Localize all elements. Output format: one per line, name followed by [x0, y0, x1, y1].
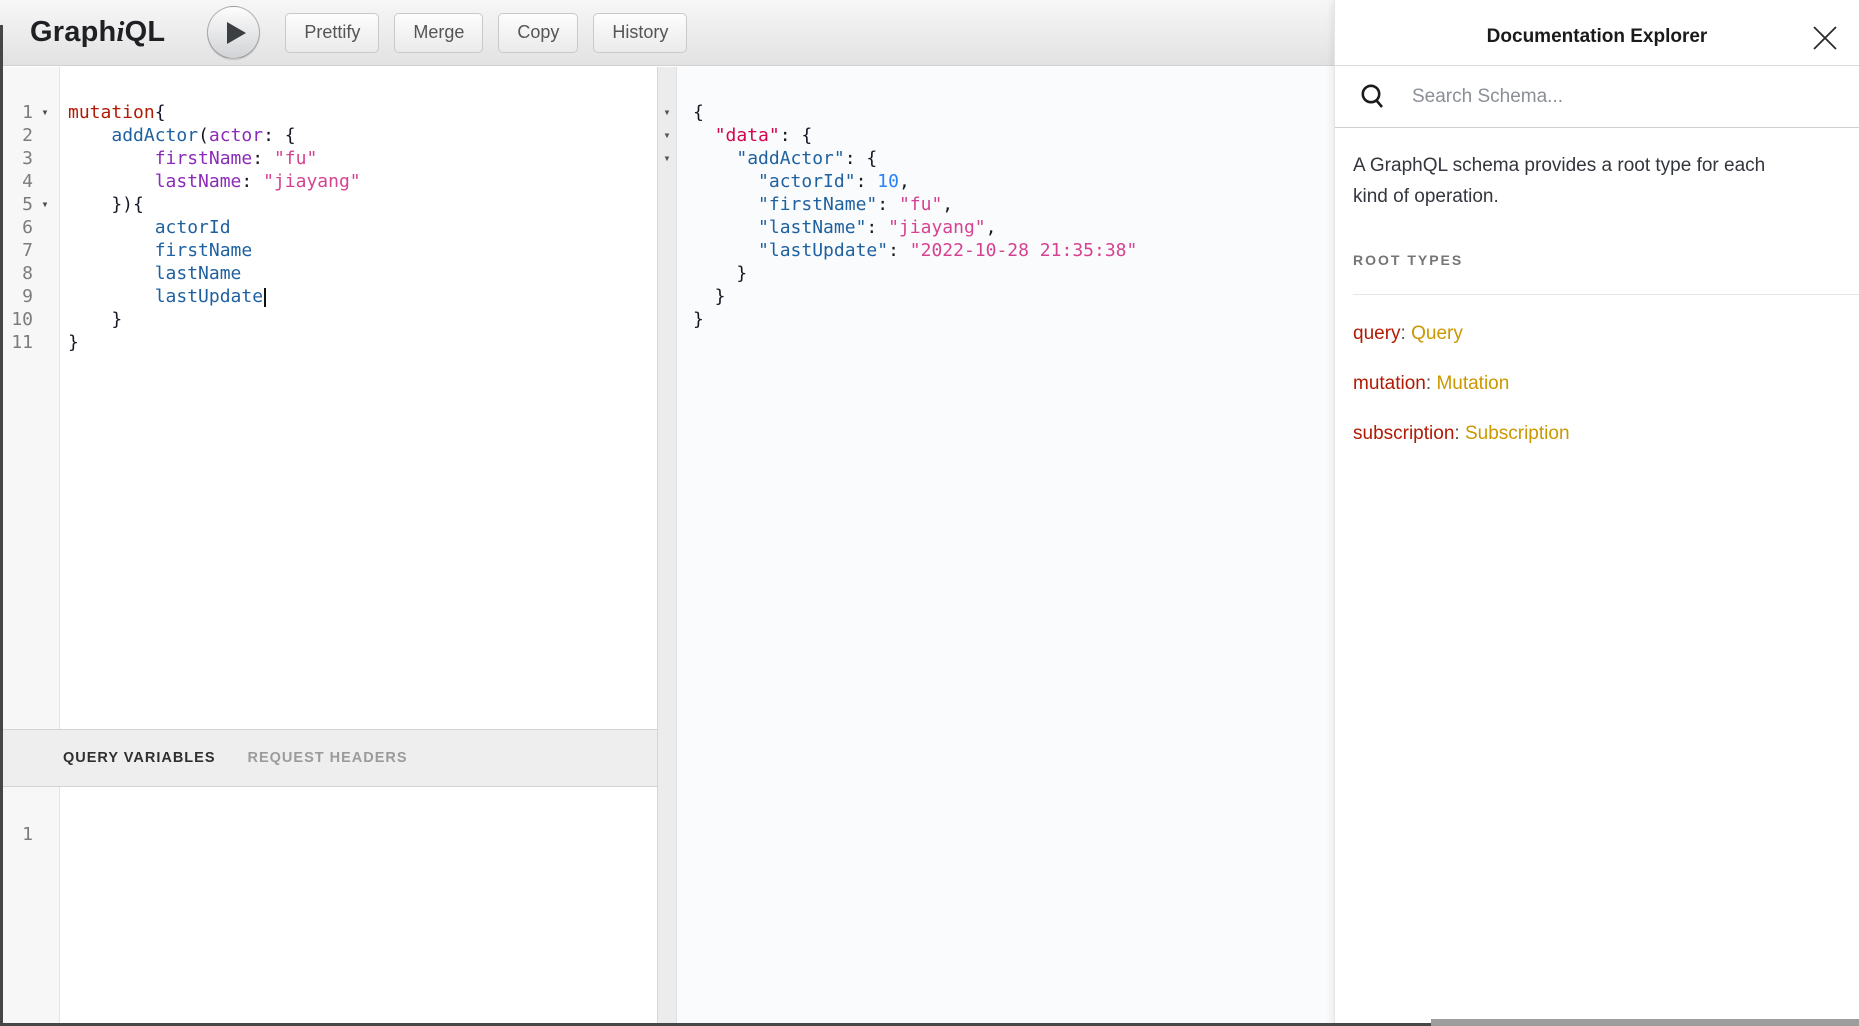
doc-close-button[interactable]	[1811, 24, 1839, 52]
result-fold-gutter: ▾▾▾	[657, 67, 677, 170]
query-editor-code: 1▾mutation{2 addActor(actor: {3 firstNam…	[3, 67, 657, 354]
root-type-separator: :	[1401, 323, 1412, 344]
result-viewer-code: { "data": { "addActor": { "actorId": 10,…	[677, 67, 1334, 331]
query-code-line: 5▾ }){	[3, 193, 657, 216]
result-code-line: }	[682, 285, 1334, 308]
copy-button[interactable]: Copy	[498, 13, 578, 53]
doc-explorer-panel: Documentation Explorer A GraphQL schema …	[1334, 0, 1859, 1026]
query-code-line: 9 lastUpdate	[3, 285, 657, 308]
doc-explorer-header: Documentation Explorer	[1335, 0, 1859, 66]
doc-search-input[interactable]	[1412, 86, 1792, 108]
fold-gutter-space	[33, 308, 57, 331]
root-type-item-mutation: mutation: Mutation	[1353, 373, 1841, 395]
variables-title-bar: QUERY VARIABLES REQUEST HEADERS	[3, 729, 657, 787]
fold-gutter-space	[33, 147, 57, 170]
line-number: 1	[3, 823, 33, 846]
root-type-keyword: mutation	[1353, 373, 1426, 394]
line-number: 2	[3, 124, 33, 147]
graphiql-app: GraphiQL PrettifyMergeCopyHistory 1▾muta…	[0, 0, 1859, 1026]
doc-explorer-content: A GraphQL schema provides a root type fo…	[1335, 128, 1859, 445]
tab-query-variables[interactable]: QUERY VARIABLES	[63, 750, 216, 766]
query-code-line: 11}	[3, 331, 657, 354]
doc-explorer-title: Documentation Explorer	[1487, 26, 1708, 48]
doc-search-bar	[1335, 66, 1859, 128]
root-type-item-subscription: subscription: Subscription	[1353, 423, 1841, 445]
fold-toggle-icon[interactable]: ▾	[657, 147, 677, 170]
result-code-line: "lastName": "jiayang",	[682, 216, 1334, 239]
query-code-line: 3 firstName: "fu"	[3, 147, 657, 170]
line-number: 9	[3, 285, 33, 308]
fold-gutter-space	[33, 285, 57, 308]
query-code-line: 10 }	[3, 308, 657, 331]
fold-gutter-space	[33, 216, 57, 239]
query-editor[interactable]: 1▾mutation{2 addActor(actor: {3 firstNam…	[3, 67, 657, 729]
fold-toggle-icon[interactable]: ▾	[33, 193, 57, 216]
fold-gutter-space	[33, 170, 57, 193]
prettify-button[interactable]: Prettify	[285, 13, 379, 53]
result-code-line: "lastUpdate": "2022-10-28 21:35:38"	[682, 239, 1334, 262]
query-code-line: 6 actorId	[3, 216, 657, 239]
pane-divider[interactable]	[657, 67, 677, 1026]
toolbar: GraphiQL Prettify Merge Copy History	[0, 0, 1334, 66]
result-code-line: }	[682, 308, 1334, 331]
type-name-link[interactable]: Query	[1411, 323, 1463, 344]
query-code-line: 1▾mutation{	[3, 101, 657, 124]
search-icon	[1360, 83, 1385, 110]
query-code-line: 8 lastName	[3, 262, 657, 285]
line-number: 6	[3, 216, 33, 239]
tab-request-headers[interactable]: REQUEST HEADERS	[248, 750, 408, 766]
schema-description: A GraphQL schema provides a root type fo…	[1353, 150, 1798, 212]
query-code-line: 2 addActor(actor: {	[3, 124, 657, 147]
window-left-edge	[0, 25, 3, 1026]
horizontal-scrollbar-thumb[interactable]	[1431, 1019, 1859, 1026]
query-code-line: 4 lastName: "jiayang"	[3, 170, 657, 193]
history-button[interactable]: History	[593, 13, 687, 53]
x-icon	[1812, 25, 1838, 51]
line-number: 8	[3, 262, 33, 285]
result-code-line: "firstName": "fu",	[682, 193, 1334, 216]
result-code-line: {	[682, 101, 1334, 124]
line-number: 3	[3, 147, 33, 170]
graphiql-logo: GraphiQL	[30, 16, 165, 49]
fold-gutter-space	[33, 262, 57, 285]
fold-toggle-icon[interactable]: ▾	[657, 101, 677, 124]
line-number: 11	[3, 331, 33, 354]
result-viewer[interactable]: { "data": { "addActor": { "actorId": 10,…	[677, 67, 1334, 1026]
toolbar-buttons: Prettify Merge Copy History	[285, 13, 702, 53]
execute-query-button[interactable]	[207, 6, 260, 59]
root-type-keyword: subscription	[1353, 423, 1454, 444]
variables-editor-code: 1	[3, 787, 657, 846]
line-number: 7	[3, 239, 33, 262]
fold-gutter-space	[33, 239, 57, 262]
fold-gutter-space	[33, 124, 57, 147]
merge-button[interactable]: Merge	[394, 13, 483, 53]
line-number: 4	[3, 170, 33, 193]
line-number: 10	[3, 308, 33, 331]
line-number: 1	[3, 101, 33, 124]
result-code-line: "actorId": 10,	[682, 170, 1334, 193]
result-code-line: }	[682, 262, 1334, 285]
fold-toggle-icon[interactable]: ▾	[657, 124, 677, 147]
type-name-link[interactable]: Subscription	[1465, 423, 1570, 444]
type-name-link[interactable]: Mutation	[1436, 373, 1509, 394]
fold-gutter-space	[33, 331, 57, 354]
section-divider	[1353, 294, 1859, 295]
result-code-line: "data": {	[682, 124, 1334, 147]
root-type-separator: :	[1426, 373, 1437, 394]
fold-gutter-space	[33, 823, 57, 846]
play-icon	[221, 21, 247, 45]
line-number: 5	[3, 193, 33, 216]
query-variables-editor[interactable]: 1	[3, 787, 657, 1023]
result-code-line: "addActor": {	[682, 147, 1334, 170]
query-code-line: 7 firstName	[3, 239, 657, 262]
root-type-keyword: query	[1353, 323, 1401, 344]
variables-code-line: 1	[3, 823, 657, 846]
root-type-item-query: query: Query	[1353, 323, 1841, 345]
root-types-heading: ROOT TYPES	[1353, 252, 1841, 268]
root-type-separator: :	[1454, 423, 1465, 444]
root-types-list: query: Query mutation: Mutation subscripti…	[1353, 323, 1841, 445]
fold-toggle-icon[interactable]: ▾	[33, 101, 57, 124]
text-cursor	[264, 288, 266, 307]
